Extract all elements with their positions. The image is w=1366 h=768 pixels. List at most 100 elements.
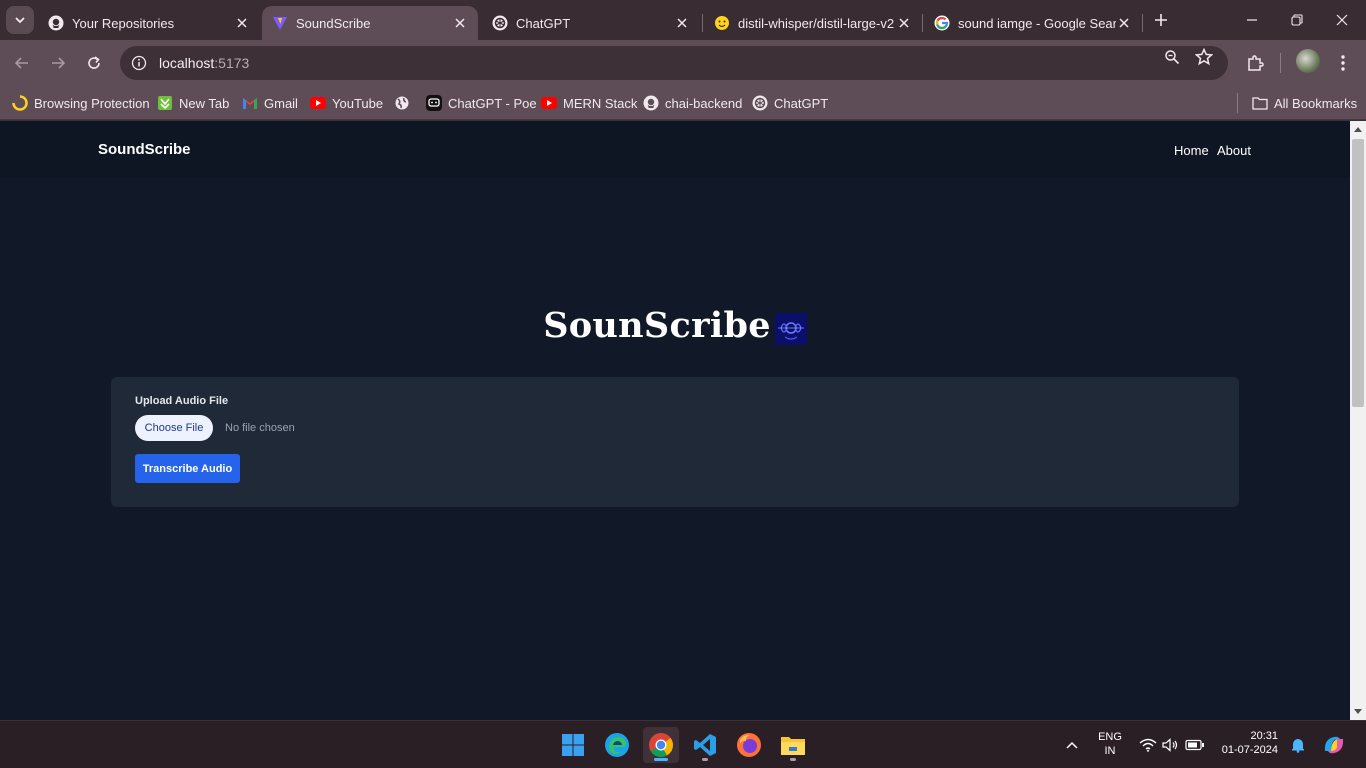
profile-avatar[interactable] (1296, 49, 1320, 73)
tab-google-search[interactable]: sound iamge - Google Searc (924, 6, 1142, 40)
page-content: SoundScribe Home About SounScribe Upload… (0, 121, 1350, 720)
vscode-taskbar-button[interactable] (687, 727, 723, 763)
all-bookmarks-label: All Bookmarks (1274, 95, 1358, 111)
bookmark-label: YouTube (332, 95, 384, 111)
shield-icon (12, 95, 28, 111)
puzzle-icon (1248, 55, 1264, 71)
nav-about-link[interactable]: About (1217, 143, 1251, 158)
bookmark-star-icon[interactable] (1194, 47, 1214, 67)
zoom-icon[interactable] (1162, 47, 1182, 67)
restore-button[interactable] (1277, 6, 1317, 34)
youtube-icon (541, 95, 557, 111)
bookmark-mern-stack[interactable]: MERN Stack (541, 92, 637, 114)
copilot-icon[interactable] (1322, 733, 1346, 757)
minimize-button[interactable] (1232, 6, 1272, 34)
extensions-button[interactable] (1242, 50, 1268, 76)
new-tab-button[interactable] (1150, 8, 1172, 32)
all-bookmarks-button[interactable]: All Bookmarks (1252, 92, 1357, 114)
bookmark-gmail[interactable]: Gmail (242, 92, 298, 114)
bookmark-chatgpt-poe[interactable]: ChatGPT - Poe (426, 92, 537, 114)
reload-icon (88, 56, 100, 69)
sound-logo-icon (774, 312, 807, 345)
scroll-thumb[interactable] (1352, 139, 1364, 407)
more-vertical-icon (1341, 55, 1345, 71)
address-bar[interactable]: localhost:5173 (120, 46, 1228, 80)
url-text: localhost:5173 (159, 55, 249, 71)
vite-icon (272, 15, 288, 31)
app-navbar: SoundScribe Home About (0, 121, 1350, 178)
show-hidden-icons-button[interactable] (1062, 735, 1082, 755)
close-icon[interactable] (452, 15, 468, 31)
openai-icon (752, 95, 768, 111)
close-icon[interactable] (1116, 15, 1132, 31)
scroll-up-icon[interactable] (1354, 125, 1362, 133)
bookmark-chai-backend[interactable]: chai-backend (643, 92, 742, 114)
chrome-taskbar-button[interactable] (643, 727, 679, 763)
bookmark-chatgpt[interactable]: ChatGPT (752, 92, 828, 114)
bookmark-label: Gmail (264, 95, 298, 111)
bookmark-new-tab[interactable]: New Tab (157, 92, 229, 114)
arrow-right-icon (52, 57, 66, 69)
tab-search-button[interactable] (6, 6, 34, 34)
minimize-icon (1247, 19, 1257, 21)
tab-your-repositories[interactable]: Your Repositories (38, 6, 260, 40)
bookmark-browsing-protection[interactable]: Browsing Protection (12, 92, 150, 114)
running-indicator (702, 758, 708, 761)
reload-button[interactable] (80, 49, 108, 77)
openai-icon (492, 15, 508, 31)
choose-file-button[interactable]: Choose File (135, 415, 213, 441)
close-icon[interactable] (234, 15, 250, 31)
chevron-down-icon (15, 17, 25, 24)
browser-toolbar: localhost:5173 (0, 40, 1366, 86)
file-explorer-taskbar-button[interactable] (775, 727, 811, 763)
upload-label: Upload Audio File (135, 395, 229, 407)
chevron-up-icon (1066, 741, 1078, 749)
language-indicator[interactable]: ENG IN (1094, 731, 1126, 757)
nav-home-link[interactable]: Home (1174, 143, 1209, 158)
close-icon[interactable] (674, 15, 690, 31)
google-icon (934, 15, 950, 31)
close-window-button[interactable] (1322, 6, 1362, 34)
taskbar: ENG IN 20:31 01-07-2024 (0, 720, 1366, 768)
gmail-icon (242, 95, 258, 111)
bookmark-youtube[interactable]: YouTube (310, 92, 383, 114)
arrow-left-icon (14, 57, 28, 69)
start-button[interactable] (555, 727, 591, 763)
clock[interactable]: 20:31 01-07-2024 (1214, 730, 1278, 756)
new-tab-icon (157, 95, 173, 111)
bookmarks-separator (1237, 93, 1238, 113)
page-scrollbar[interactable] (1350, 121, 1366, 720)
tab-title: sound iamge - Google Searc (958, 15, 1116, 31)
transcribe-button[interactable]: Transcribe Audio (135, 454, 240, 483)
chrome-icon (649, 733, 673, 758)
bookmark-globe[interactable] (394, 92, 416, 114)
tab-chatgpt[interactable]: ChatGPT (482, 6, 700, 40)
forward-button[interactable] (44, 49, 72, 77)
hero: SounScribe (0, 305, 1350, 346)
firefox-taskbar-button[interactable] (731, 727, 767, 763)
github-icon (48, 15, 64, 31)
edge-taskbar-button[interactable] (599, 727, 635, 763)
github-icon (643, 95, 659, 111)
file-status: No file chosen (225, 422, 295, 434)
scroll-down-icon[interactable] (1354, 708, 1362, 716)
tab-title: distil-whisper/distil-large-v2 (738, 15, 895, 31)
battery-icon[interactable] (1185, 735, 1205, 755)
menu-button[interactable] (1330, 50, 1356, 76)
huggingface-icon (714, 15, 730, 31)
wifi-icon[interactable] (1138, 735, 1158, 755)
poe-icon (426, 95, 442, 111)
volume-icon[interactable] (1161, 735, 1181, 755)
tab-title: Your Repositories (72, 15, 175, 31)
tab-separator (1142, 14, 1143, 32)
site-info-icon[interactable] (122, 46, 156, 80)
back-button[interactable] (8, 49, 36, 77)
close-icon[interactable] (896, 15, 912, 31)
page-title: SounScribe (543, 305, 771, 346)
firefox-icon (737, 733, 761, 757)
tab-soundscribe[interactable]: SoundScribe (262, 6, 478, 40)
brand-logo[interactable]: SoundScribe (98, 141, 191, 158)
youtube-icon (310, 95, 326, 111)
tab-distil-whisper[interactable]: distil-whisper/distil-large-v2 (704, 6, 922, 40)
notifications-bell-icon[interactable] (1288, 735, 1308, 755)
